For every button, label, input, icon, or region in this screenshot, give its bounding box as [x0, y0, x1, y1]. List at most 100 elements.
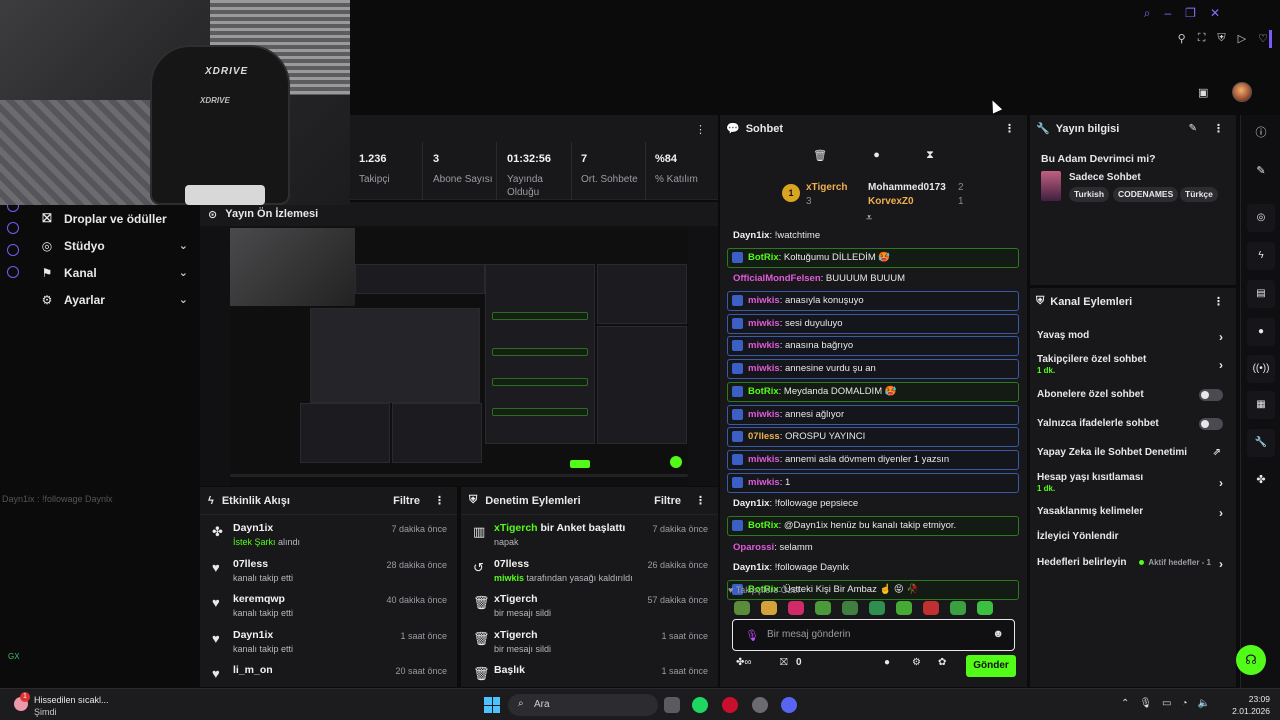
volume-icon[interactable]: 🔈	[1198, 698, 1210, 709]
document-icon[interactable]: ▤	[1247, 280, 1275, 308]
send-button[interactable]: Gönder	[966, 655, 1016, 677]
microphone-icon[interactable]: 🎙	[1139, 698, 1152, 709]
filter-button[interactable]: Filtre	[393, 495, 420, 507]
sidebar-item-channel[interactable]: ⚑ Kanal ⌄	[30, 259, 200, 286]
more-options-icon[interactable]: ⋮	[1213, 122, 1224, 135]
search-icon[interactable]: ⌕	[1144, 6, 1151, 21]
list-item[interactable]: ↺ 07lless miwkis tarafından yasağı kaldı…	[461, 551, 718, 587]
tag[interactable]: CODENAMES	[1113, 187, 1179, 202]
chat-username[interactable]: miwkis	[748, 409, 780, 420]
emote[interactable]	[815, 601, 831, 615]
discord-icon[interactable]	[781, 697, 797, 713]
chat-message[interactable]: miwkis: annesine vurdu şu an	[727, 359, 1019, 380]
chat-message[interactable]: BotRix: Koltuğumu DİLLEDİM 🥵	[727, 247, 1019, 268]
chat-username[interactable]: OfficialMondFelsen	[733, 273, 821, 284]
kick-icon[interactable]: ✤	[1247, 466, 1275, 494]
emote[interactable]	[869, 601, 885, 615]
action-emotes-only[interactable]: Yalnızca ifadelerle sohbet	[1037, 418, 1229, 430]
chat-message[interactable]: miwkis: anasıyla konuşuyo	[727, 291, 1019, 312]
list-item[interactable]: ✤ Dayn1ix İstek Şarkı alındı 7 dakika ön…	[200, 515, 457, 551]
spotify-icon[interactable]	[692, 697, 708, 713]
chat-username[interactable]: miwkis	[748, 318, 780, 329]
gear-icon[interactable]: ⚙	[912, 657, 921, 668]
wrench-icon[interactable]: 🔧	[1247, 429, 1275, 457]
list-item[interactable]: ♥ keremqwp kanalı takip etti 40 dakika ö…	[200, 586, 457, 622]
chat-message[interactable]: Oparossi: selamm	[727, 539, 1019, 557]
chat-message[interactable]: 07lless: OROSPU YAYINCI	[727, 427, 1019, 448]
pencil-icon[interactable]: ✎	[1247, 157, 1275, 185]
pin-icon[interactable]: ⚲	[1178, 32, 1186, 45]
chat-bubble-icon[interactable]: ●	[1247, 318, 1275, 346]
chat-message[interactable]: BotRix: Meydanda DOMALDIM 🥵	[727, 381, 1019, 402]
action-account-age[interactable]: Hesap yaşı kısıtlaması 1 dk. ›	[1037, 472, 1229, 493]
windows-start-icon[interactable]	[484, 697, 500, 713]
chat-username[interactable]: Dayn1ix	[733, 498, 769, 509]
emote-picker-icon[interactable]: ✿	[938, 657, 946, 668]
info-icon[interactable]: ⓘ	[1247, 119, 1275, 147]
list-item[interactable]: ♥ Dayn1ix kanalı takip etti 1 saat önce	[200, 622, 457, 658]
filter-button[interactable]: Filtre	[654, 495, 681, 507]
stream-preview-video[interactable]	[230, 228, 688, 486]
file-explorer-icon[interactable]	[664, 697, 680, 713]
list-item[interactable]: ♥ 07lless kanalı takip etti 28 dakika ön…	[200, 551, 457, 587]
chat-username[interactable]: 07lless	[748, 431, 780, 442]
steam-icon[interactable]	[752, 697, 768, 713]
chat-message[interactable]: OfficialMondFelsen: BUUUUM BUUUM	[727, 270, 1019, 288]
layout-icon[interactable]: ▦	[1247, 391, 1275, 419]
list-item[interactable]: 🗑 xTigerch bir mesajı sildi 1 saat önce	[461, 622, 718, 658]
chat-username[interactable]: Oparossi	[733, 542, 774, 553]
tag[interactable]: Türkçe	[1180, 187, 1218, 202]
settings-icon[interactable]	[7, 266, 19, 278]
action-followers-only[interactable]: Takipçilere özel sohbet 1 dk. ›	[1037, 354, 1229, 375]
microphone-icon[interactable]: 🎙	[745, 629, 759, 642]
restore-icon[interactable]: ❐	[1185, 6, 1196, 21]
chat-message[interactable]: miwkis: anasına bağrıyo	[727, 336, 1019, 357]
list-item[interactable]: 🗑 xTigerch bir mesajı sildi 57 dakika ön…	[461, 586, 718, 622]
chat-message[interactable]: miwkis: sesi duyuluyo	[727, 313, 1019, 334]
chat-bubble-icon[interactable]: ●	[873, 149, 880, 162]
chat-message[interactable]: Dayn1ix: !watchtime	[727, 227, 1019, 245]
display-icon[interactable]: ▭	[1162, 698, 1171, 709]
sidebar-item-studio[interactable]: ◎ Stüdyo ⌄	[30, 232, 200, 259]
avatar[interactable]	[1232, 82, 1252, 102]
action-subscribers-only[interactable]: Abonelere özel sohbet	[1037, 389, 1229, 401]
shield-icon[interactable]: ⛨	[1217, 32, 1225, 45]
emote[interactable]	[734, 601, 750, 615]
chat-bubble-icon[interactable]: ●	[884, 657, 890, 668]
play-icon[interactable]: ▷	[1238, 32, 1246, 45]
action-ai-moderation[interactable]: Yapay Zeka ile Sohbet Denetimi ⇗	[1037, 447, 1229, 458]
emote[interactable]	[896, 601, 912, 615]
action-goals[interactable]: Hedefleri belirleyin Aktif hedefler - 1 …	[1037, 557, 1229, 571]
emote[interactable]	[977, 601, 993, 615]
toggle-switch[interactable]	[1199, 389, 1223, 401]
chat-username[interactable]: BotRix	[748, 520, 779, 531]
emoji-icon[interactable]: ☻	[992, 628, 1004, 640]
tag[interactable]: Turkish	[1069, 187, 1110, 202]
leaderboard-first-name[interactable]: xTigerch	[806, 182, 848, 193]
action-banned-words[interactable]: Yasaklanmış kelimeler ›	[1037, 506, 1229, 520]
sidebar-item-settings[interactable]: ⚙ Ayarlar ⌄	[30, 286, 200, 313]
more-options-icon[interactable]: ⋮	[434, 494, 445, 507]
chat-username[interactable]: Dayn1ix	[733, 562, 769, 573]
chat-username[interactable]: miwkis	[748, 340, 780, 351]
lightning-icon[interactable]: ϟ	[1247, 242, 1275, 270]
chat-username[interactable]: miwkis	[748, 363, 780, 374]
more-options-icon[interactable]: ⋮	[1004, 122, 1015, 135]
chat-message[interactable]: miwkis: annesi ağlıyor	[727, 404, 1019, 425]
more-options-icon[interactable]: ⋮	[695, 494, 706, 507]
leaderboard-third-name[interactable]: KorvexZ0	[868, 196, 914, 207]
emote[interactable]	[761, 601, 777, 615]
more-options-icon[interactable]: ⋮	[695, 123, 706, 136]
toggle-switch[interactable]	[1199, 418, 1223, 430]
action-redirect-viewers[interactable]: İzleyici Yönlendir	[1037, 531, 1229, 542]
opera-gx-icon[interactable]	[722, 697, 738, 713]
gift-icon[interactable]: ⛝	[780, 657, 788, 668]
creator-icon[interactable]: ▣	[1198, 86, 1208, 99]
minimize-icon[interactable]: –	[1164, 6, 1171, 21]
action-slow-mode[interactable]: Yavaş mod ›	[1037, 330, 1229, 344]
chat-message[interactable]: Dayn1ix: !followage Daynlx	[727, 559, 1019, 577]
chat-username[interactable]: BotRix	[748, 252, 779, 263]
broadcast-icon[interactable]: ((•))	[1247, 355, 1275, 383]
system-clock[interactable]: 23:09 2.01.2026	[1232, 693, 1270, 717]
hourglass-icon[interactable]: ⧗	[926, 149, 934, 162]
